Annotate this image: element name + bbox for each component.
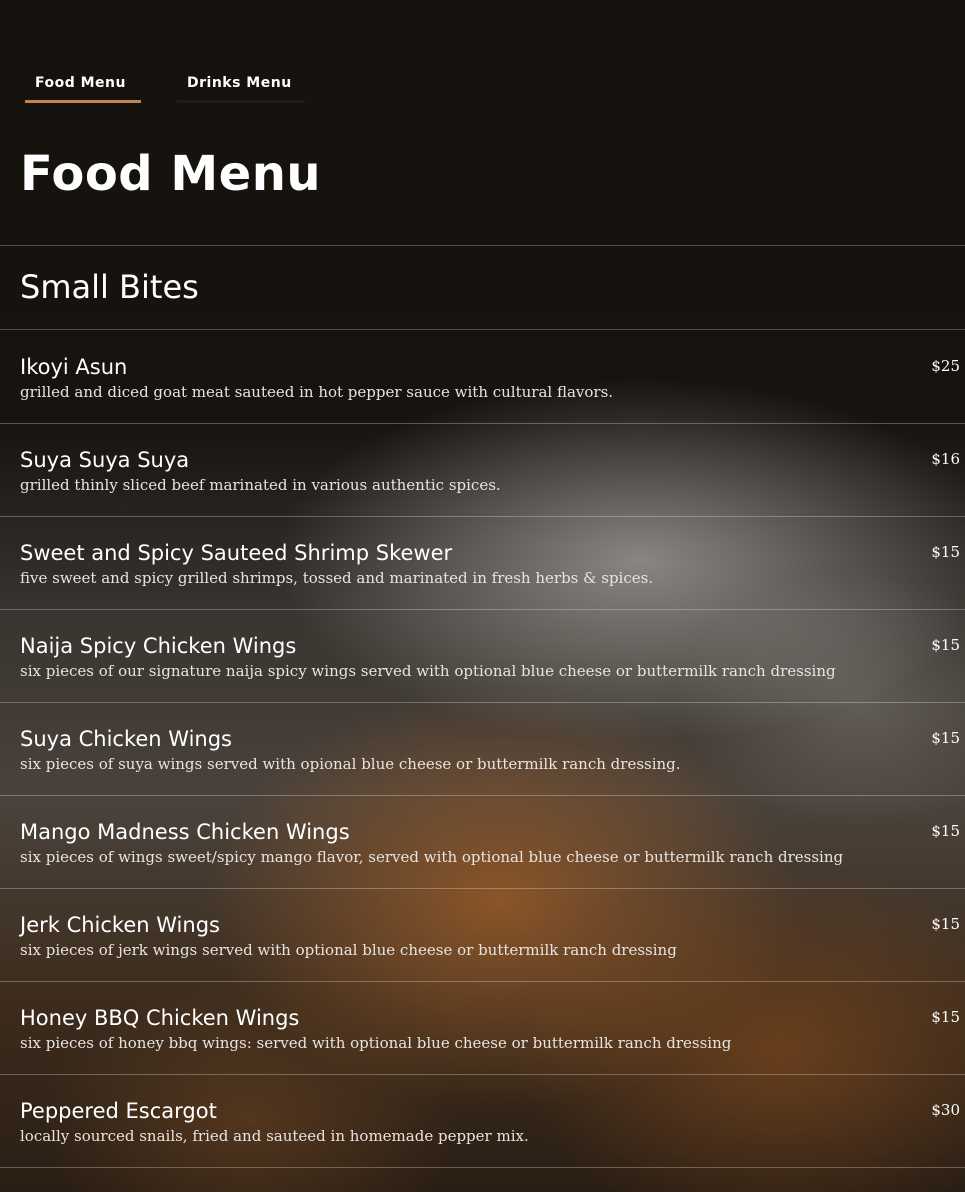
menu-item-price: $15 (931, 543, 960, 561)
menu-item-name: Honey BBQ Chicken Wings (20, 1006, 300, 1030)
menu-item-price: $30 (931, 1101, 960, 1119)
menu-item-description: five sweet and spicy grilled shrimps, to… (20, 569, 654, 587)
menu-item: Suya Chicken Wings six pieces of suya wi… (0, 703, 965, 796)
page-title: Food Menu (20, 146, 322, 202)
menu-item: Peppered Escargot locally sourced snails… (0, 1075, 965, 1168)
menu-item-price: $25 (931, 357, 960, 375)
menu-item: Naija Spicy Chicken Wings six pieces of … (0, 610, 965, 703)
menu-item: Mango Madness Chicken Wings six pieces o… (0, 796, 965, 889)
section-title: Small Bites (20, 268, 199, 306)
menu-item-name: Jerk Chicken Wings (20, 913, 220, 937)
menu-item-price: $15 (931, 915, 960, 933)
menu-item-price: $15 (931, 822, 960, 840)
menu-item-price: $15 (931, 636, 960, 654)
menu-item-name: Naija Spicy Chicken Wings (20, 634, 297, 658)
menu-item-description: grilled thinly sliced beef marinated in … (20, 476, 501, 494)
menu-item-name: Sweet and Spicy Sauteed Shrimp Skewer (20, 541, 453, 565)
menu-item-name: Ikoyi Asun (20, 355, 128, 379)
menu-item-name: Mango Madness Chicken Wings (20, 820, 350, 844)
menu-tabs: Food Menu Drinks Menu (25, 73, 305, 105)
menu-item-name: Peppered Escargot (20, 1099, 217, 1123)
menu-item-price: $15 (931, 1008, 960, 1026)
menu-item-price: $15 (931, 729, 960, 747)
menu-item-list: Ikoyi Asun grilled and diced goat meat s… (0, 331, 965, 1168)
menu-item-name: Suya Suya Suya (20, 448, 190, 472)
menu-item-description: six pieces of suya wings served with opi… (20, 755, 681, 773)
tab-food-menu[interactable]: Food Menu (25, 73, 141, 103)
tab-drinks-menu[interactable]: Drinks Menu (177, 73, 305, 103)
menu-item-description: grilled and diced goat meat sauteed in h… (20, 383, 614, 401)
menu-item-price: $16 (931, 450, 960, 468)
menu-item-description: six pieces of our signature naija spicy … (20, 662, 836, 680)
menu-item: Ikoyi Asun grilled and diced goat meat s… (0, 331, 965, 424)
menu-item-description: six pieces of jerk wings served with opt… (20, 941, 677, 959)
menu-item-name: Suya Chicken Wings (20, 727, 232, 751)
section-header: Small Bites (0, 245, 965, 330)
menu-item: Honey BBQ Chicken Wings six pieces of ho… (0, 982, 965, 1075)
menu-item: Sweet and Spicy Sauteed Shrimp Skewer fi… (0, 517, 965, 610)
menu-item-description: six pieces of honey bbq wings: served wi… (20, 1034, 732, 1052)
menu-item: Suya Suya Suya grilled thinly sliced bee… (0, 424, 965, 517)
menu-item-description: six pieces of wings sweet/spicy mango fl… (20, 848, 844, 866)
menu-item: Jerk Chicken Wings six pieces of jerk wi… (0, 889, 965, 982)
menu-page: Food Menu Drinks Menu Food Menu Small Bi… (0, 0, 965, 1192)
menu-item-description: locally sourced snails, fried and sautee… (20, 1127, 529, 1145)
